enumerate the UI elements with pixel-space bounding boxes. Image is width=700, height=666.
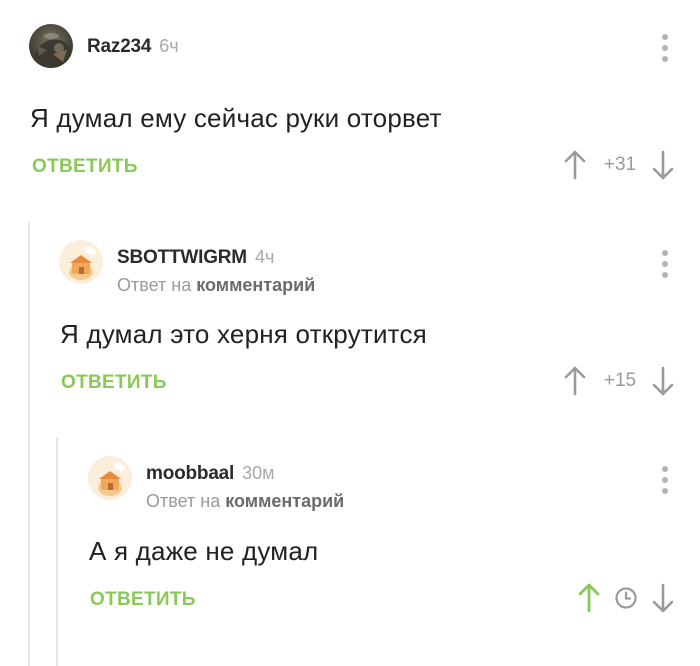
timestamp: 6ч [159,36,179,56]
reply-button[interactable]: ОТВЕТИТЬ [32,156,138,178]
more-vertical-icon[interactable] [662,466,668,494]
arrow-up-icon[interactable] [564,150,586,180]
comment-header: Raz234 6ч [29,24,179,68]
name-row: Raz234 6ч [87,36,179,58]
reply-to-prefix: Ответ на [117,275,192,295]
more-vertical-icon[interactable] [662,250,668,278]
timestamp: 30м [242,463,275,483]
avatar[interactable] [88,456,132,500]
reply-to: Ответ на комментарий [146,491,344,512]
comment-header: moobbaal 30м Ответ на комментарий [88,456,344,512]
rating: +31 [603,154,637,175]
more-vertical-icon[interactable] [662,34,668,62]
reply-to-link[interactable]: комментарий [225,491,344,511]
reply-button[interactable]: ОТВЕТИТЬ [61,372,167,394]
avatar[interactable] [59,240,103,284]
vote-actions: +31 [564,150,674,180]
username[interactable]: Raz234 [87,36,151,58]
clock-icon [614,586,638,610]
thread-line-level-1 [28,222,30,666]
thread-line-level-2 [56,437,58,666]
arrow-down-icon[interactable] [652,583,674,613]
arrow-up-icon[interactable] [564,366,586,396]
name-row: SBOTTWIGRM 4ч [117,247,315,269]
comment-header: SBOTTWIGRM 4ч Ответ на комментарий [59,240,315,296]
username[interactable]: moobbaal [146,463,234,485]
rating: +15 [603,370,637,391]
name-row: moobbaal 30м [146,463,344,485]
reply-to: Ответ на комментарий [117,275,315,296]
arrow-down-icon[interactable] [652,150,674,180]
vote-actions [578,583,674,613]
timestamp: 4ч [254,247,275,267]
arrow-up-icon[interactable] [578,583,600,613]
reply-to-link[interactable]: комментарий [196,275,315,295]
comment-meta: Raz234 6ч [87,24,179,58]
username[interactable]: SBOTTWIGRM [117,247,247,269]
comment-text: Я думал это херня открутится [60,319,427,349]
vote-actions: +15 [564,366,674,396]
comment-meta: SBOTTWIGRM 4ч Ответ на комментарий [117,240,315,296]
reply-button[interactable]: ОТВЕТИТЬ [90,589,196,611]
arrow-down-icon[interactable] [652,366,674,396]
comment-text: А я даже не думал [89,536,319,566]
avatar[interactable] [29,24,73,68]
reply-to-prefix: Ответ на [146,491,221,511]
comment-text: Я думал ему сейчас руки оторвет [30,103,442,133]
comment-meta: moobbaal 30м Ответ на комментарий [146,456,344,512]
